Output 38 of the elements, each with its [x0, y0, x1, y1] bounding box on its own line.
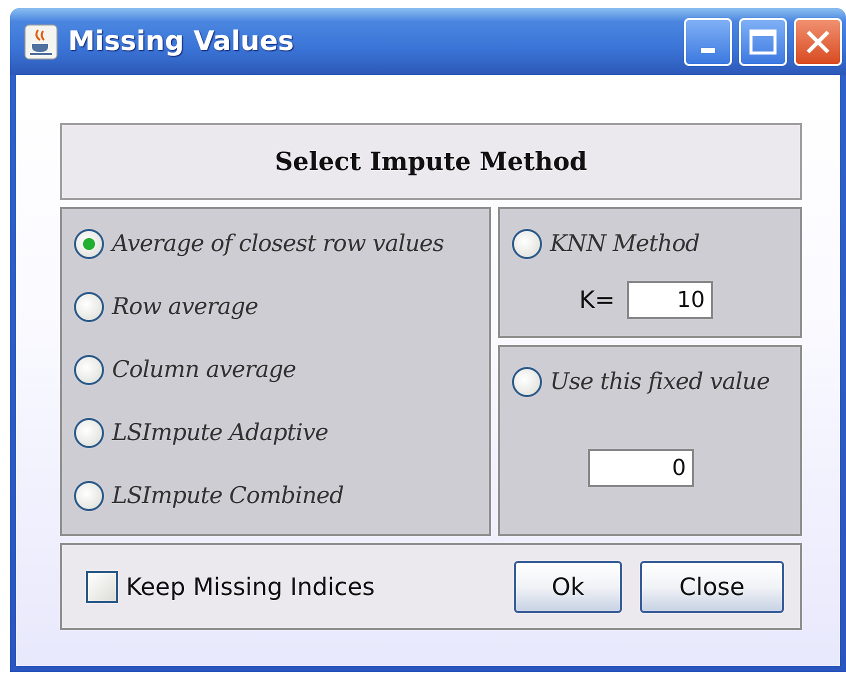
radio-button[interactable] — [74, 292, 104, 322]
checkbox-label: Keep Missing Indices — [126, 572, 375, 600]
radio-button[interactable] — [512, 229, 542, 259]
method-option[interactable]: Average of closest row values — [74, 219, 489, 269]
close-icon — [804, 28, 832, 56]
radio-button[interactable] — [74, 481, 104, 511]
coffee-cup-icon — [24, 24, 58, 60]
checkbox[interactable] — [86, 570, 118, 602]
option-label: Use this fixed value — [550, 369, 770, 395]
minimize-icon — [701, 48, 715, 53]
keep-missing-option[interactable]: Keep Missing Indices — [86, 562, 375, 612]
radio-button[interactable] — [74, 418, 104, 448]
window-title: Missing Values — [68, 26, 294, 57]
close-dialog-button[interactable]: Close — [640, 560, 784, 612]
minimize-button[interactable] — [684, 18, 732, 66]
option-label: LSImpute Combined — [112, 483, 344, 509]
k-input[interactable]: 10 — [626, 281, 713, 319]
option-label: Row average — [112, 294, 258, 320]
option-label: KNN Method — [550, 231, 700, 257]
option-label: Average of closest row values — [112, 231, 444, 257]
option-label: LSImpute Adaptive — [112, 420, 328, 446]
fixed-value-option[interactable]: Use this fixed value — [512, 357, 800, 407]
option-label: Column average — [112, 357, 296, 383]
radio-button[interactable] — [74, 229, 104, 259]
method-option[interactable]: LSImpute Adaptive — [74, 408, 489, 458]
k-label: K= — [579, 286, 615, 314]
section-heading: Select Impute Method — [60, 123, 802, 200]
method-option[interactable]: Column average — [74, 345, 489, 395]
ok-button[interactable]: Ok — [514, 560, 622, 612]
method-option[interactable]: Row average — [74, 282, 489, 332]
method-option[interactable]: LSImpute Combined — [74, 471, 489, 521]
maximize-button[interactable] — [739, 18, 787, 66]
knn-option[interactable]: KNN Method — [512, 219, 800, 269]
radio-button[interactable] — [512, 367, 542, 397]
close-button[interactable] — [794, 18, 842, 66]
radio-button[interactable] — [74, 355, 104, 385]
maximize-icon — [748, 26, 778, 56]
fixed-value-input[interactable]: 0 — [588, 449, 694, 487]
